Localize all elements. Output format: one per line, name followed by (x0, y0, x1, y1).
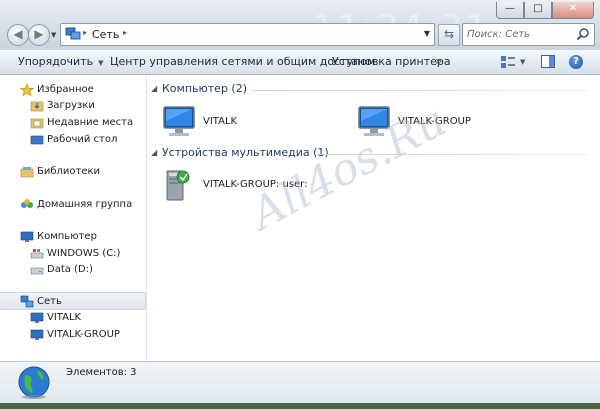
nav-net-group-label: VITALK-GROUP (47, 329, 120, 340)
collapse-icon: ◢ (151, 148, 158, 157)
nav-net-vitalk-label: VITALK (47, 312, 82, 323)
item-count: Элементов: 3 (66, 367, 137, 378)
maximize-button[interactable]: □ (524, 2, 552, 19)
explorer-window: 11:34:31 — □ ✕ ◀ ▶ ▼ ▸ Сеть ▸ ▼ ⇆ (0, 0, 600, 409)
globe-icon (18, 366, 50, 399)
content-pane: ◢ Компьютер (2) VITALK VITALK-GROUP ◢ Ус… (147, 75, 600, 361)
breadcrumb-separator[interactable]: ▸ (123, 28, 127, 37)
nav-downloads-label: Загрузки (47, 100, 95, 111)
computer-tile-vitalk-group[interactable]: VITALK-GROUP (356, 105, 506, 141)
preview-pane-icon[interactable] (541, 55, 555, 68)
address-dropdown[interactable]: ▼ (424, 29, 430, 38)
computer-tile-vitalk[interactable]: VITALK (161, 105, 311, 141)
help-button[interactable]: ? (569, 55, 583, 69)
group-header-computers[interactable]: ◢ Компьютер (2) (147, 82, 587, 98)
search-box[interactable] (462, 23, 595, 46)
caption-buttons: — □ ✕ (496, 2, 594, 19)
navigation-pane: Избранное Загрузки Недавние места Рабочи… (0, 75, 147, 361)
collapse-icon: ◢ (151, 84, 158, 93)
forward-button[interactable]: ▶ (28, 24, 50, 46)
monitor-icon (163, 106, 195, 136)
nav-computer-label: Компьютер (37, 231, 97, 242)
details-pane: Элементов: 3 (0, 361, 600, 404)
breadcrumb-network[interactable]: Сеть (92, 28, 119, 41)
group-divider (252, 90, 587, 91)
group-divider (317, 154, 587, 155)
minimize-button[interactable]: — (496, 2, 524, 19)
monitor-icon (30, 329, 44, 340)
close-button[interactable]: ✕ (552, 2, 594, 19)
group-header-media[interactable]: ◢ Устройства мультимедиа (1) (147, 146, 587, 162)
network-icon (65, 27, 81, 40)
computer-icon (20, 231, 34, 242)
back-button[interactable]: ◀ (7, 24, 29, 46)
nav-desktop-label: Рабочий стол (47, 134, 118, 145)
organize-menu[interactable]: Упорядочить ▼ (18, 55, 104, 68)
title-bar: 11:34:31 — □ ✕ ◀ ▶ ▼ ▸ Сеть ▸ ▼ ⇆ (0, 0, 600, 50)
nav-drive-d-label: Data (D:) (47, 264, 93, 275)
search-icon[interactable] (576, 27, 590, 41)
organize-label: Упорядочить (18, 55, 94, 68)
address-bar[interactable]: ▸ Сеть ▸ ▼ (60, 23, 435, 46)
nav-net-vitalk[interactable]: VITALK (0, 309, 146, 327)
nav-libraries[interactable]: Библиотеки (0, 163, 146, 181)
windows-drive-icon (30, 249, 44, 259)
computer-name: VITALK-GROUP (398, 116, 471, 127)
group-title: Устройства мультимедиа (1) (162, 146, 329, 159)
network-icon (20, 295, 34, 308)
monitor-icon (30, 312, 44, 323)
desktop-strip (0, 403, 600, 409)
media-device-tile[interactable]: VITALK-GROUP: user: (161, 168, 341, 204)
media-server-icon (166, 170, 190, 201)
monitor-icon (358, 106, 390, 136)
homegroup-icon (21, 199, 33, 208)
recent-places-icon (30, 118, 44, 129)
chevron-down-icon: ▼ (98, 59, 104, 67)
nav-recent-label: Недавние места (47, 117, 134, 128)
downloads-folder-icon (30, 101, 44, 112)
install-printer-button[interactable]: Установка принтера (332, 55, 451, 68)
desktop-icon (30, 135, 44, 145)
view-options-dropdown[interactable]: ▼ (520, 58, 525, 66)
nav-homegroup[interactable]: Домашняя группа (0, 196, 146, 214)
nav-desktop[interactable]: Рабочий стол (0, 131, 146, 149)
more-commands-button[interactable]: » (435, 54, 442, 68)
group-title: Компьютер (2) (162, 82, 248, 95)
nav-recent[interactable]: Недавние места (0, 114, 146, 132)
nav-network[interactable]: Сеть (0, 292, 146, 310)
libraries-icon (20, 167, 34, 178)
computer-name: VITALK (203, 116, 238, 127)
command-bar: Упорядочить ▼ Центр управления сетями и о… (0, 50, 600, 75)
refresh-button[interactable]: ⇆ (438, 24, 460, 46)
breadcrumb-separator[interactable]: ▸ (83, 28, 87, 37)
change-view-icon[interactable] (500, 55, 516, 69)
nav-computer[interactable]: Компьютер (0, 228, 146, 246)
search-input[interactable] (467, 26, 575, 43)
media-device-name: VITALK-GROUP: user: (203, 179, 308, 190)
nav-drive-d[interactable]: Data (D:) (0, 261, 146, 279)
nav-downloads[interactable]: Загрузки (0, 97, 146, 115)
nav-homegroup-label: Домашняя группа (37, 199, 133, 210)
recent-pages-dropdown[interactable]: ▼ (51, 31, 56, 39)
drive-icon (30, 267, 44, 275)
star-icon (20, 83, 34, 97)
nav-libraries-label: Библиотеки (37, 166, 101, 177)
nav-net-group[interactable]: VITALK-GROUP (0, 326, 146, 344)
